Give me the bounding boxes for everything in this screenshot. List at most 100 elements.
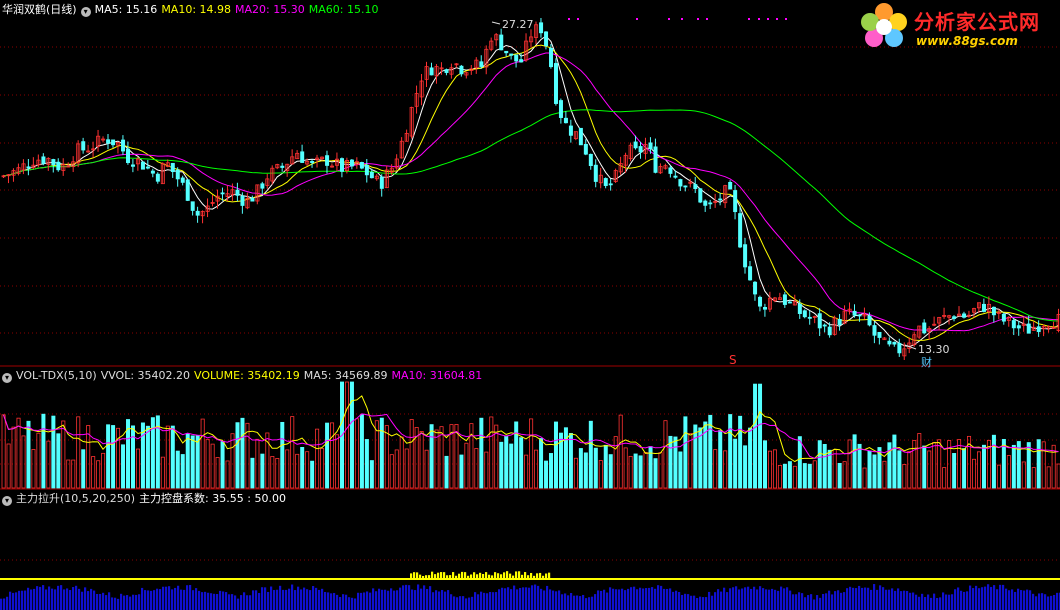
candle-body (1016, 325, 1021, 329)
volume-bar (678, 451, 683, 489)
volume-bar (608, 454, 613, 489)
volume-bar (41, 413, 46, 489)
volume-bar (165, 425, 170, 489)
volume-bar (857, 443, 862, 489)
candle-body (553, 63, 558, 104)
indicator-bar (1008, 590, 1011, 610)
indicator-bar (1044, 594, 1047, 610)
indicator-bar (993, 585, 996, 610)
candle-body (1036, 326, 1041, 333)
indicator-bar (429, 586, 432, 610)
indicator-bar (969, 585, 972, 610)
indicator-bar (489, 591, 492, 610)
candle-body (544, 31, 549, 47)
indicator-bar (684, 593, 687, 610)
volume-bar (628, 455, 633, 489)
indicator-bar (174, 587, 177, 610)
candle-body (857, 314, 862, 317)
indicator-bar (282, 589, 285, 610)
volume-bar (832, 449, 837, 489)
indicator-bar (984, 586, 987, 610)
ma60-label: MA60: 15.10 (308, 3, 379, 16)
indicator-signal-bar (506, 571, 509, 579)
candle-body (568, 125, 573, 136)
volume-bar (354, 418, 359, 489)
indicator-bar (669, 588, 672, 610)
indicator-bar (399, 587, 402, 610)
indicator-bar (600, 590, 603, 610)
indicator-bar (558, 590, 561, 610)
volume-bar (852, 434, 857, 489)
indicator-bar (66, 588, 69, 610)
indicator-bar (828, 590, 831, 610)
volume-bar (399, 436, 404, 489)
volume-bar (130, 425, 135, 489)
indicator-bar (132, 594, 135, 610)
candle-body (140, 161, 145, 170)
indicator-bar (585, 598, 588, 610)
indicator-bar (666, 588, 669, 610)
volume-bar (349, 381, 354, 489)
main-header: 华润双鹤(日线) ▾ MA5: 15.16 MA10: 14.98 MA20: 15.3… (2, 3, 382, 17)
dropdown-toggle-icon[interactable]: ▾ (80, 7, 91, 17)
volume-bar (200, 418, 205, 489)
volume-bar (170, 425, 175, 489)
candle-body (111, 139, 116, 146)
price-ma-lines (3, 35, 1059, 348)
indicator-bar (15, 592, 18, 610)
dropdown-toggle-icon[interactable]: ▾ (2, 373, 12, 383)
indicator-bar (450, 594, 453, 610)
volume-bar (160, 456, 165, 489)
volume-bar (51, 415, 56, 489)
indicator-bar (171, 589, 174, 610)
volume-bar (573, 457, 578, 489)
indicator-bar (351, 597, 354, 610)
indicator-bar (1032, 593, 1035, 610)
indicator-signal-bar (503, 572, 506, 579)
indicator-bar (273, 590, 276, 610)
signal-dot (697, 18, 699, 20)
indicator-bar (546, 585, 549, 610)
indicator-bar (639, 587, 642, 610)
volume-bar (553, 421, 558, 489)
indicator-bar (834, 591, 837, 610)
candle-body (787, 301, 792, 304)
candle-body (349, 159, 354, 167)
indicator-bar (759, 586, 762, 610)
candle-body (877, 331, 882, 338)
indicator-bar (375, 591, 378, 610)
signal-dot (785, 18, 787, 20)
volume-bar (673, 436, 678, 489)
indicator-bar (582, 594, 585, 610)
indicator-bar (480, 591, 483, 610)
indicator-bar (567, 595, 570, 610)
volume-bar (663, 420, 668, 489)
indicator-bar (417, 584, 420, 610)
indicator-bar (165, 586, 168, 610)
indicator-bar (234, 595, 237, 610)
volume-bar (787, 461, 792, 489)
volume-bar (748, 427, 753, 489)
volume-bar (777, 464, 782, 489)
indicator-bar (396, 590, 399, 610)
indicator-bar (750, 588, 753, 610)
indicator-bar (843, 592, 846, 610)
volume-bar (718, 430, 723, 489)
indicator-bar (78, 588, 81, 610)
indicator-bar (729, 588, 732, 610)
volume-bar (11, 426, 16, 489)
indicator-bar (195, 588, 198, 610)
volume-bar (653, 458, 658, 489)
high-pointer (491, 21, 501, 25)
indicator-bar (81, 591, 84, 610)
volume-bar (1011, 444, 1016, 489)
volume-bar (618, 414, 623, 489)
volume-bar (145, 425, 150, 489)
indicator-bar (474, 592, 477, 610)
volume-bar (758, 383, 763, 489)
chart-canvas (0, 17, 1060, 610)
dropdown-toggle-icon[interactable]: ▾ (2, 496, 12, 506)
volume-bar (175, 450, 180, 489)
indicator-bar (816, 595, 819, 610)
indicator-bar (297, 586, 300, 610)
